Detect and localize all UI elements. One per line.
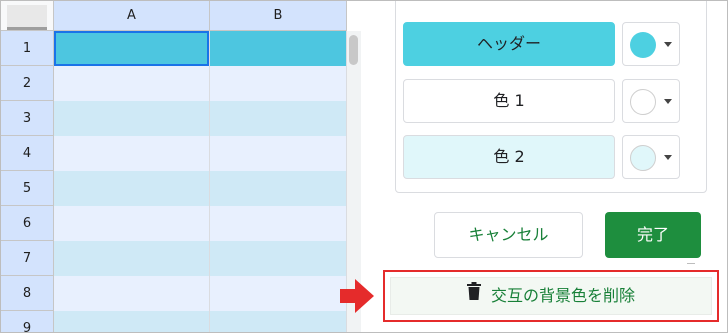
sheet-row (54, 136, 347, 171)
cell-b5[interactable] (210, 171, 347, 206)
row-header[interactable]: 4 (1, 136, 54, 171)
scrollbar-thumb[interactable] (349, 35, 358, 65)
cell-b1[interactable] (210, 31, 347, 66)
column-header-b[interactable]: B (210, 1, 347, 31)
cell-a7[interactable] (54, 241, 210, 276)
color2-style-row: 色 2 (403, 135, 701, 179)
remove-button-label: 交互の背景色を削除 (490, 286, 635, 305)
done-button[interactable]: 完了 (605, 212, 701, 258)
cell-b9[interactable] (210, 311, 347, 332)
cell-a3[interactable] (54, 101, 210, 136)
header-style-row: ヘッダー (403, 22, 701, 66)
cell-b8[interactable] (210, 276, 347, 311)
row-header[interactable]: 3 (1, 101, 54, 136)
cell-b3[interactable] (210, 101, 347, 136)
sheet-row (54, 311, 347, 332)
header-style-label: ヘッダー (403, 22, 615, 66)
sheet-row (54, 206, 347, 241)
select-all-corner[interactable] (1, 1, 54, 31)
color1-style-label: 色 1 (403, 79, 615, 123)
cancel-button[interactable]: キャンセル (434, 212, 583, 258)
remove-alternating-colors-button[interactable]: 交互の背景色を削除 (390, 277, 712, 315)
header-color-picker[interactable] (622, 22, 680, 66)
color-swatch-icon (630, 32, 656, 58)
color1-style-row: 色 1 (403, 79, 701, 123)
cell-a8[interactable] (54, 276, 210, 311)
cell-a2[interactable] (54, 66, 210, 101)
cell-a4[interactable] (54, 136, 210, 171)
alternating-colors-panel: ヘッダー 色 1 色 2 キャンセル 完了 交互の背景色を削除 (375, 1, 727, 332)
color-styles-card: ヘッダー 色 1 色 2 (395, 1, 707, 193)
sheet-row (54, 171, 347, 206)
divider (687, 263, 695, 264)
color2-style-label: 色 2 (403, 135, 615, 179)
selected-cell-a1[interactable] (54, 31, 209, 66)
cell-a9[interactable] (54, 311, 210, 332)
sheet-row (54, 276, 347, 311)
row-header[interactable]: 8 (1, 276, 54, 311)
cell-a5[interactable] (54, 171, 210, 206)
color1-color-picker[interactable] (622, 79, 680, 123)
chevron-down-icon (664, 99, 672, 104)
spreadsheet-grid: A B 123456789 (1, 1, 363, 332)
row-header[interactable]: 6 (1, 206, 54, 241)
trash-icon (466, 277, 481, 313)
cell-a6[interactable] (54, 206, 210, 241)
cell-b7[interactable] (210, 241, 347, 276)
chevron-down-icon (664, 42, 672, 47)
row-header[interactable]: 1 (1, 31, 54, 66)
sheet-row (54, 66, 347, 101)
row-header[interactable]: 7 (1, 241, 54, 276)
chevron-down-icon (664, 155, 672, 160)
pointer-arrow-icon (340, 279, 374, 313)
cell-b4[interactable] (210, 136, 347, 171)
sheet-row (54, 241, 347, 276)
cell-b2[interactable] (210, 66, 347, 101)
column-header-a[interactable]: A (54, 1, 210, 31)
color2-color-picker[interactable] (622, 135, 680, 179)
highlight-box: 交互の背景色を削除 (383, 270, 719, 322)
row-header[interactable]: 2 (1, 66, 54, 101)
row-header[interactable]: 5 (1, 171, 54, 206)
color-swatch-icon (630, 89, 656, 115)
color-swatch-icon (630, 145, 656, 171)
cell-b6[interactable] (210, 206, 347, 241)
row-header[interactable]: 9 (1, 311, 54, 332)
sheet-row (54, 101, 347, 136)
